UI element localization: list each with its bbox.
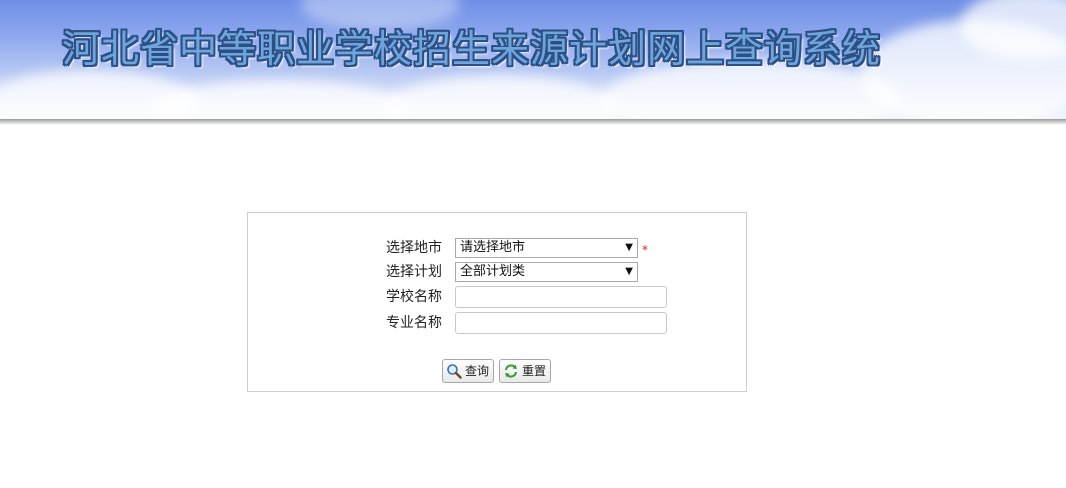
- search-button-label: 查询: [465, 364, 490, 378]
- plan-label: 选择计划: [386, 264, 442, 280]
- required-mark: *: [642, 243, 648, 257]
- banner-shadow: [0, 119, 1066, 125]
- reset-button-label: 重置: [522, 364, 547, 378]
- city-row: 选择地市 请选择地市 ▼ *: [248, 237, 748, 259]
- school-row: 学校名称: [248, 286, 748, 308]
- major-name-input[interactable]: [455, 312, 667, 334]
- refresh-icon: [503, 363, 519, 379]
- header-banner: 河北省中等职业学校招生来源计划网上查询系统: [0, 0, 1066, 120]
- chevron-down-icon: ▼: [625, 266, 633, 277]
- plan-select[interactable]: 全部计划类 ▼: [455, 262, 638, 282]
- reset-button[interactable]: 重置: [499, 359, 552, 383]
- major-label: 专业名称: [386, 315, 442, 331]
- search-button[interactable]: 查询: [442, 359, 495, 383]
- plan-select-value: 全部计划类: [460, 264, 526, 279]
- school-label: 学校名称: [386, 289, 442, 305]
- city-label: 选择地市: [386, 240, 442, 256]
- city-select[interactable]: 请选择地市 ▼: [455, 238, 638, 258]
- page-title: 河北省中等职业学校招生来源计划网上查询系统: [62, 27, 882, 71]
- magnifier-icon: [446, 363, 462, 379]
- banner-cloud: [380, 75, 620, 120]
- city-select-value: 请选择地市: [460, 240, 526, 255]
- chevron-down-icon: ▼: [625, 242, 633, 253]
- major-row: 专业名称: [248, 312, 748, 334]
- plan-row: 选择计划 全部计划类 ▼: [248, 261, 748, 283]
- school-name-input[interactable]: [455, 286, 667, 308]
- banner-cloud: [150, 80, 410, 120]
- search-form-panel: 选择地市 请选择地市 ▼ * 选择计划 全部计划类 ▼ 学校名称 专业名称 查询: [247, 212, 747, 392]
